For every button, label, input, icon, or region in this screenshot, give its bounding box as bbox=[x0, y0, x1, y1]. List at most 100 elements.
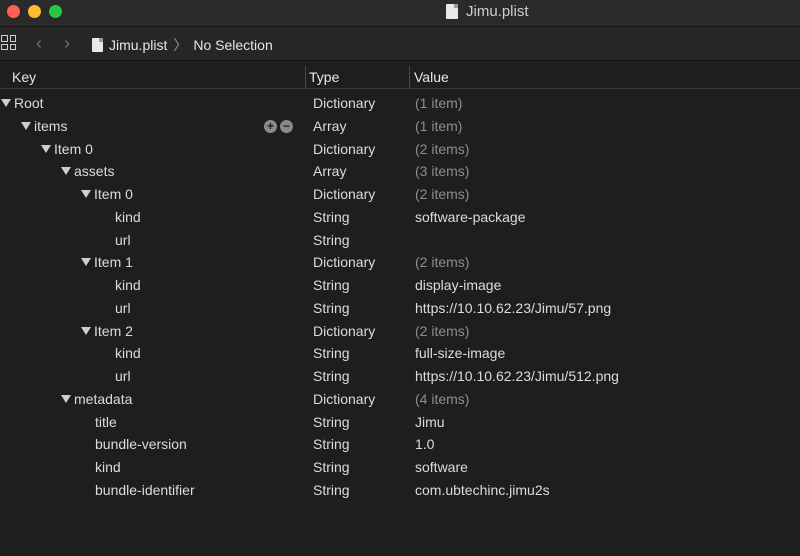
key-column-header[interactable]: Key bbox=[12, 69, 36, 85]
row-key: Item 2 bbox=[94, 322, 133, 339]
row-type[interactable]: String bbox=[313, 436, 350, 452]
title-bar: Jimu.plist bbox=[0, 0, 800, 27]
disclosure-triangle-icon[interactable] bbox=[81, 190, 91, 198]
zoom-window-button[interactable] bbox=[49, 5, 62, 18]
remove-row-button[interactable]: − bbox=[280, 119, 293, 133]
forward-arrow-icon[interactable]: › bbox=[64, 33, 70, 53]
table-row[interactable]: kind String full-size-image bbox=[0, 342, 800, 365]
row-value[interactable]: 1.0 bbox=[415, 436, 434, 452]
row-type[interactable]: String bbox=[313, 277, 350, 293]
row-key: assets bbox=[74, 163, 115, 180]
row-value: (1 item) bbox=[415, 95, 463, 111]
table-row[interactable]: items + − Array (1 item) bbox=[0, 115, 800, 138]
disclosure-triangle-icon[interactable] bbox=[21, 121, 31, 130]
row-type[interactable]: Dictionary bbox=[313, 186, 375, 202]
row-key: Item 1 bbox=[94, 254, 133, 271]
row-type[interactable]: Dictionary bbox=[313, 254, 375, 270]
row-key: kind bbox=[115, 345, 141, 362]
row-value: (2 items) bbox=[415, 322, 470, 339]
row-type[interactable]: String bbox=[313, 459, 350, 475]
minimize-window-button[interactable] bbox=[28, 5, 41, 18]
window-title: Jimu.plist bbox=[446, 3, 529, 20]
add-row-button[interactable]: + bbox=[264, 119, 277, 133]
table-row[interactable]: Item 1 Dictionary (2 items) bbox=[0, 251, 800, 274]
row-type[interactable]: Dictionary bbox=[313, 95, 375, 111]
row-type[interactable]: Array bbox=[313, 118, 346, 134]
row-value[interactable]: https://10.10.62.23/Jimu/512.png bbox=[415, 368, 619, 384]
row-value[interactable]: https://10.10.62.23/Jimu/57.png bbox=[415, 300, 611, 316]
row-value: (4 items) bbox=[415, 390, 470, 407]
table-row[interactable]: title String Jimu bbox=[0, 411, 800, 434]
row-key: Root bbox=[14, 95, 44, 111]
row-type[interactable]: Dictionary bbox=[313, 323, 375, 339]
row-value: (2 items) bbox=[415, 140, 470, 157]
value-column-header[interactable]: Value bbox=[414, 69, 449, 85]
table-row[interactable]: url String https://10.10.62.23/Jimu/512.… bbox=[0, 365, 800, 388]
row-key: kind bbox=[115, 277, 141, 293]
row-key: Item 0 bbox=[94, 186, 133, 202]
grid-icon[interactable] bbox=[1, 35, 16, 50]
row-value[interactable]: Jimu bbox=[415, 414, 445, 430]
row-type[interactable]: Dictionary bbox=[313, 391, 375, 407]
disclosure-triangle-icon[interactable] bbox=[81, 258, 91, 267]
row-key: title bbox=[95, 413, 117, 430]
row-key: metadata bbox=[74, 390, 133, 407]
row-type[interactable]: Array bbox=[313, 163, 346, 179]
column-header: Key Type Value bbox=[0, 66, 800, 89]
row-key: bundle-version bbox=[95, 436, 187, 453]
row-type[interactable]: String bbox=[313, 414, 350, 430]
table-row[interactable]: bundle-identifier String com.ubtechinc.j… bbox=[0, 479, 800, 502]
row-type[interactable]: String bbox=[313, 232, 350, 248]
table-row[interactable]: assets Array (3 items) bbox=[0, 160, 800, 183]
disclosure-triangle-icon[interactable] bbox=[1, 99, 11, 107]
breadcrumb-selection[interactable]: No Selection bbox=[193, 37, 272, 53]
table-row[interactable]: kind String software-package bbox=[0, 206, 800, 229]
table-row[interactable]: metadata Dictionary (4 items) bbox=[0, 388, 800, 411]
row-key: kind bbox=[115, 208, 141, 225]
disclosure-triangle-icon[interactable] bbox=[81, 326, 91, 335]
table-row[interactable]: Root Dictionary (1 item) bbox=[0, 92, 800, 115]
table-row[interactable]: url String https://10.10.62.23/Jimu/57.p… bbox=[0, 297, 800, 320]
document-icon bbox=[92, 38, 103, 52]
table-row[interactable]: bundle-version String 1.0 bbox=[0, 433, 800, 456]
row-value: (3 items) bbox=[415, 163, 470, 180]
row-type[interactable]: Dictionary bbox=[313, 141, 375, 157]
table-row[interactable]: kind String software bbox=[0, 456, 800, 479]
row-key: url bbox=[115, 299, 131, 316]
row-key: url bbox=[115, 231, 131, 248]
row-value[interactable]: full-size-image bbox=[415, 345, 505, 361]
back-arrow-icon[interactable]: ‹ bbox=[36, 33, 42, 53]
chevron-right-icon: 〉 bbox=[173, 37, 188, 53]
type-column-header[interactable]: Type bbox=[309, 69, 339, 85]
row-value: (2 items) bbox=[415, 186, 470, 202]
row-type[interactable]: String bbox=[313, 345, 350, 361]
breadcrumb-file[interactable]: Jimu.plist bbox=[109, 37, 167, 53]
document-icon bbox=[446, 4, 458, 19]
table-row[interactable]: Item 2 Dictionary (2 items) bbox=[0, 320, 800, 343]
window-title-text: Jimu.plist bbox=[466, 3, 529, 20]
row-type[interactable]: String bbox=[313, 368, 350, 384]
plist-outline: Root Dictionary (1 item) items + − Array… bbox=[0, 92, 800, 502]
row-value[interactable]: com.ubtechinc.jimu2s bbox=[415, 482, 550, 498]
row-value[interactable]: display-image bbox=[415, 277, 501, 293]
row-value[interactable]: software bbox=[415, 459, 468, 475]
row-key: Item 0 bbox=[54, 140, 93, 157]
row-key: bundle-identifier bbox=[95, 481, 195, 498]
disclosure-triangle-icon[interactable] bbox=[61, 394, 71, 403]
row-value: (1 item) bbox=[415, 117, 463, 134]
table-row[interactable]: Item 0 Dictionary (2 items) bbox=[0, 183, 800, 206]
breadcrumb: Jimu.plist 〉 No Selection bbox=[92, 35, 273, 55]
row-type[interactable]: String bbox=[313, 300, 350, 316]
table-row[interactable]: url String bbox=[0, 229, 800, 252]
row-value[interactable]: software-package bbox=[415, 209, 526, 225]
disclosure-triangle-icon[interactable] bbox=[61, 167, 71, 176]
row-value: (2 items) bbox=[415, 254, 470, 271]
row-type[interactable]: String bbox=[313, 209, 350, 225]
disclosure-triangle-icon[interactable] bbox=[41, 144, 51, 153]
table-row[interactable]: kind String display-image bbox=[0, 274, 800, 297]
row-key: items bbox=[34, 117, 68, 134]
table-row[interactable]: Item 0 Dictionary (2 items) bbox=[0, 138, 800, 161]
row-type[interactable]: String bbox=[313, 482, 350, 498]
close-window-button[interactable] bbox=[7, 5, 20, 18]
row-key: kind bbox=[95, 459, 121, 475]
